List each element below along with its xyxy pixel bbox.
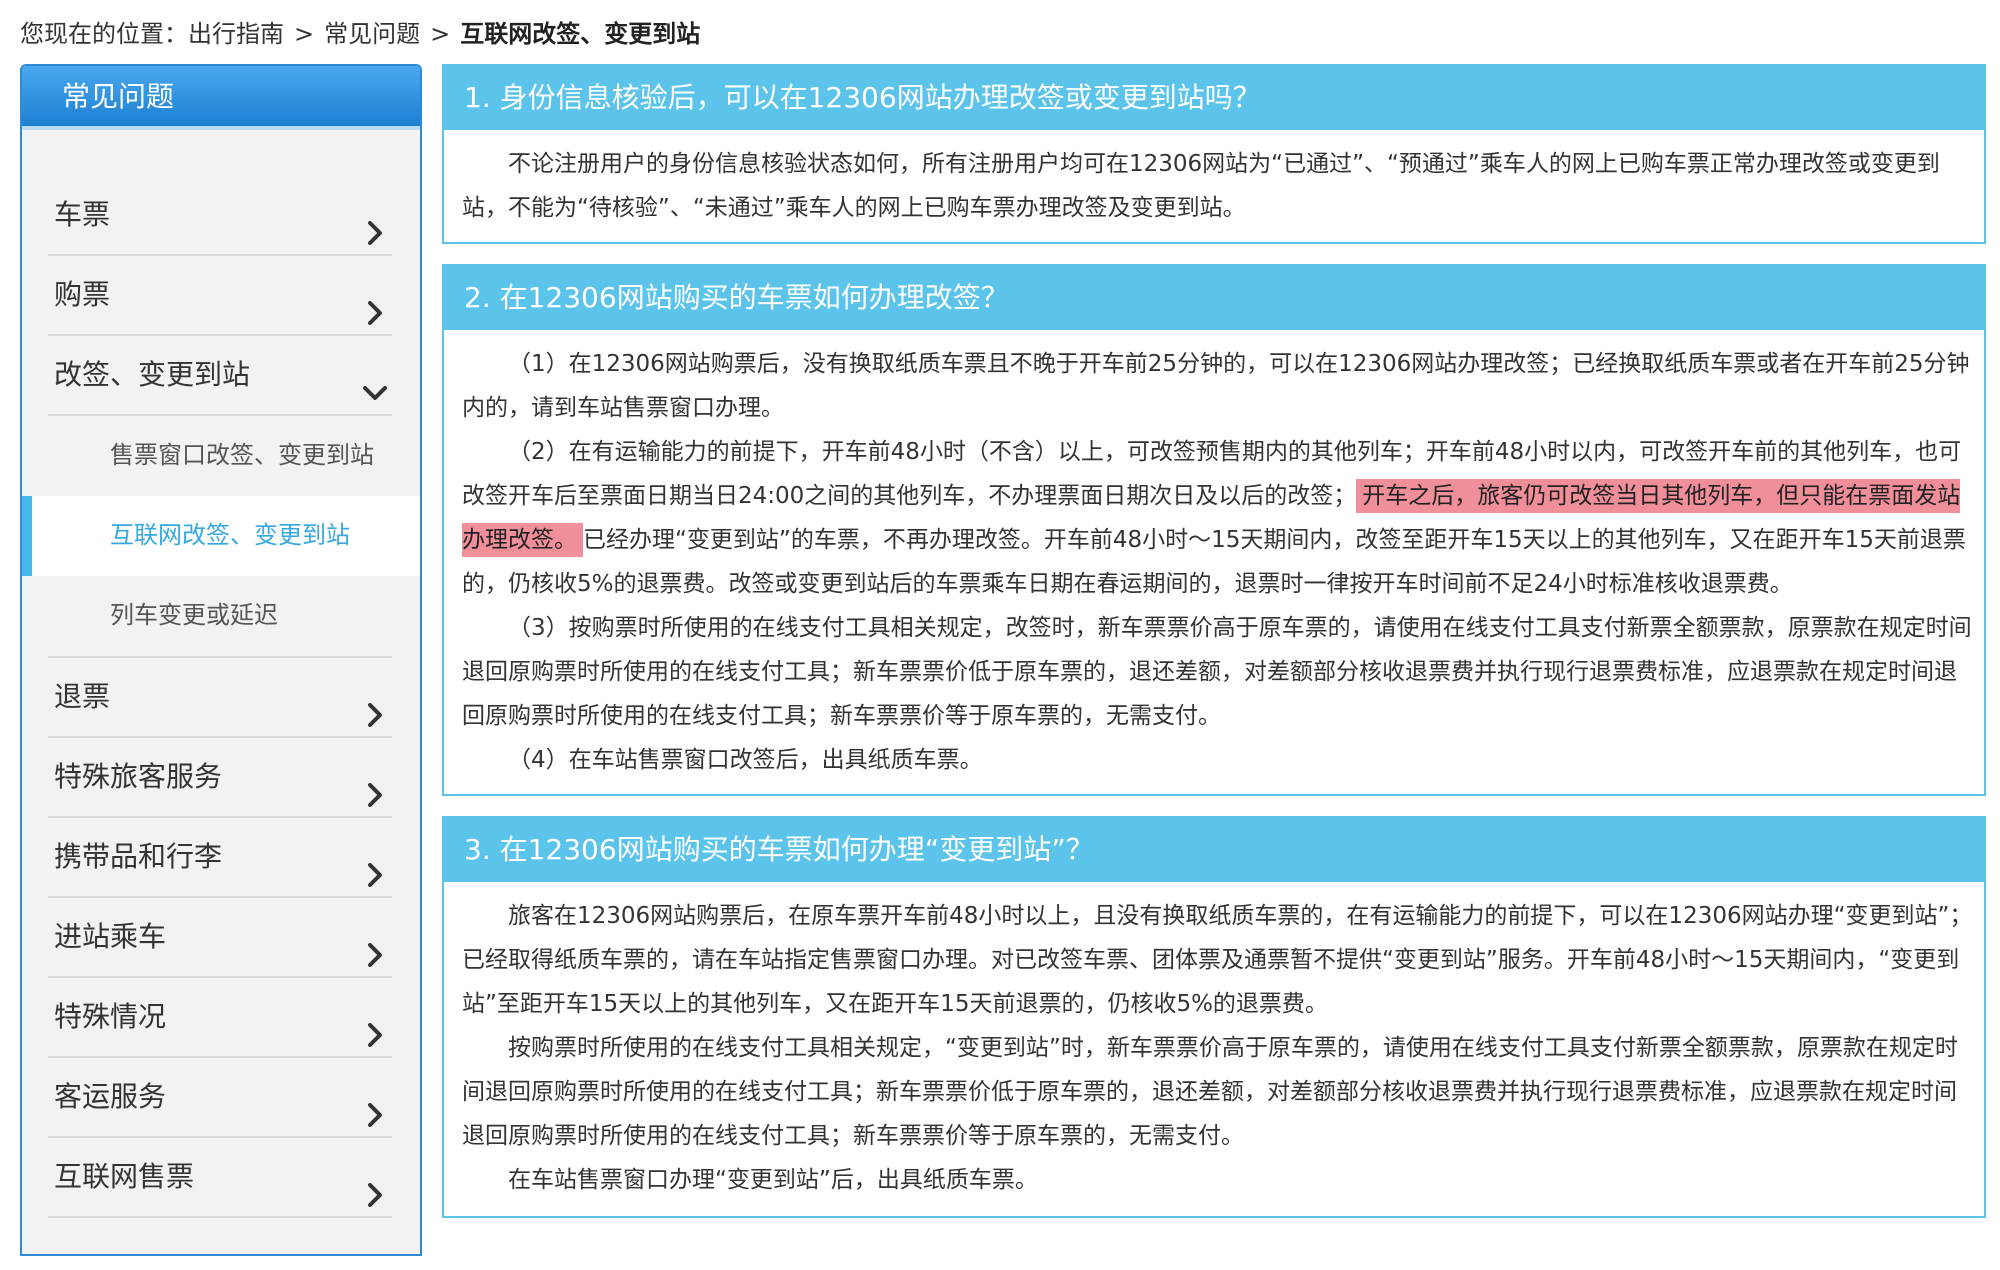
sidebar-item-label: 购票 [54,278,111,311]
chevron-right-icon [360,200,390,245]
sidebar-item-boarding[interactable]: 进站乘车 [48,898,392,978]
chevron-right-icon [360,1002,390,1047]
sidebar-item-tickets[interactable]: 车票 [48,176,392,256]
answer-body: 旅客在12306网站购票后，在原车票开车前48小时以上，且没有换取纸质车票的，在… [444,882,1984,1210]
breadcrumb: 您现在的位置：出行指南 > 常见问题 > 互联网改签、变更到站 [20,14,700,54]
sidebar-item-label: 退票 [54,680,111,713]
answer-body: 不论注册用户的身份信息核验状态如何，所有注册用户均可在12306网站为“已通过”… [444,130,1984,238]
chevron-right-icon [360,1162,390,1207]
answer-paragraph: （2）在有运输能力的前提下，开车前48小时（不含）以上，可改签预售期内的其他列车… [462,430,1976,606]
breadcrumb-prefix: 您现在的位置： [20,20,188,48]
breadcrumb-item-faq[interactable]: 常见问题 [324,20,420,48]
chevron-down-icon [360,360,390,400]
sidebar-title: 常见问题 [22,66,420,130]
sidebar-item-change[interactable]: 改签、变更到站 [48,336,392,416]
answer-body: （1）在12306网站购票后，没有换取纸质车票且不晚于开车前25分钟的，可以在1… [444,330,1984,790]
sidebar-subitem-internet-change[interactable]: 互联网改签、变更到站 [22,496,420,576]
sidebar-item-special-passenger[interactable]: 特殊旅客服务 [48,738,392,818]
chevron-right-icon [360,842,390,887]
sidebar-menu: 车票 购票 改签、变更到站 售票窗口改签、变更到站 互联网改签、变更到站 列车变… [22,130,420,1218]
faq-question-3: 3. 在12306网站购买的车票如何办理“变更到站”？ 旅客在12306网站购票… [442,816,1986,1218]
sidebar-item-label: 改签、变更到站 [54,358,251,391]
faq-sidebar: 常见问题 车票 购票 改签、变更到站 售票窗口改签、变更到站 互联网改签、变更到… [20,64,422,1256]
sidebar-item-online-sales[interactable]: 互联网售票 [48,1138,392,1218]
answer-paragraph: 旅客在12306网站购票后，在原车票开车前48小时以上，且没有换取纸质车票的，在… [462,903,1973,1017]
breadcrumb-item-travel-guide[interactable]: 出行指南 [188,20,284,48]
sidebar-item-label: 车票 [54,198,111,231]
question-title: 2. 在12306网站购买的车票如何办理改签？ [444,266,1984,330]
sidebar-subitem-window-change[interactable]: 售票窗口改签、变更到站 [22,416,420,496]
answer-text: 已经办理“变更到站”的车票，不再办理改签。开车前48小时～15天期间内，改签至距… [462,527,1966,597]
sidebar-item-special-cases[interactable]: 特殊情况 [48,978,392,1058]
chevron-right-icon [360,922,390,967]
chevron-right-icon [360,1082,390,1127]
answer-paragraph: （3）按购票时所使用的在线支付工具相关规定，改签时，新车票票价高于原车票的，请使… [462,615,1972,729]
answer-paragraph: 按购票时所使用的在线支付工具相关规定，“变更到站”时，新车票票价高于原车票的，请… [462,1035,1958,1149]
sidebar-item-refund[interactable]: 退票 [48,658,392,738]
sidebar-item-purchase[interactable]: 购票 [48,256,392,336]
answer-paragraph: （1）在12306网站购票后，没有换取纸质车票且不晚于开车前25分钟的，可以在1… [462,351,1970,421]
sidebar-item-label: 进站乘车 [54,920,167,953]
sidebar-item-label: 特殊旅客服务 [54,760,223,793]
answer-paragraph: 在车站售票窗口办理“变更到站”后，出具纸质车票。 [508,1167,1038,1193]
breadcrumb-separator: > [294,20,315,48]
chevron-right-icon [360,762,390,807]
sidebar-subitem-train-delay[interactable]: 列车变更或延迟 [22,576,420,656]
answer-paragraph: （4）在车站售票窗口改签后，出具纸质车票。 [508,747,983,773]
sidebar-item-passenger-service[interactable]: 客运服务 [48,1058,392,1138]
sidebar-item-label: 特殊情况 [54,1000,167,1033]
sidebar-item-label: 互联网售票 [54,1160,195,1193]
sidebar-item-label: 客运服务 [54,1080,167,1113]
chevron-right-icon [360,682,390,727]
breadcrumb-current: 互联网改签、变更到站 [460,20,701,48]
chevron-right-icon [360,280,390,325]
breadcrumb-separator: > [430,20,451,48]
question-title: 3. 在12306网站购买的车票如何办理“变更到站”？ [444,818,1984,882]
faq-question-2: 2. 在12306网站购买的车票如何办理改签？ （1）在12306网站购票后，没… [442,264,1986,796]
answer-paragraph: 不论注册用户的身份信息核验状态如何，所有注册用户均可在12306网站为“已通过”… [462,151,1940,221]
sidebar-item-luggage[interactable]: 携带品和行李 [48,818,392,898]
sidebar-item-label: 携带品和行李 [54,840,223,873]
question-title: 1. 身份信息核验后，可以在12306网站办理改签或变更到站吗？ [444,66,1984,130]
faq-question-1: 1. 身份信息核验后，可以在12306网站办理改签或变更到站吗？ 不论注册用户的… [442,64,1986,244]
